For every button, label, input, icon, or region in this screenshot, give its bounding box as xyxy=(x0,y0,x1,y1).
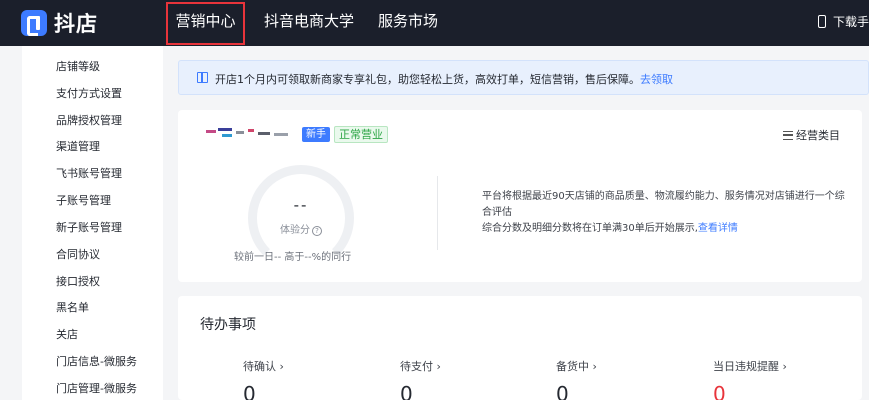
new-merchant-notice-banner: 开店1个月内可领取新商家专享礼包，助您轻松上货，高效打单，短信营销，售后保障。去… xyxy=(178,60,869,95)
download-app-link[interactable]: 下载手 xyxy=(818,13,869,30)
help-icon[interactable]: ? xyxy=(312,226,322,236)
score-description-line-1: 平台将根据最近90天店铺的商品质量、物流履约能力、服务情况对店铺进行一个综合评估 xyxy=(482,191,845,218)
new-merchant-badge: 新手 xyxy=(302,127,330,142)
sidebar-item-channel-management[interactable]: 渠道管理 xyxy=(56,138,100,154)
business-category-label: 经营类目 xyxy=(796,129,840,142)
shop-overview-card: 新手 正常营业 经营类目 -- 体验分? 较前一日-- 高于--%的同行 平台将… xyxy=(178,110,862,282)
shop-name-redacted xyxy=(204,126,290,142)
score-description-text: 综合分数及明细分数将在订单满30单后开始展示, xyxy=(482,223,698,234)
sidebar-item-contracts[interactable]: 合同协议 xyxy=(56,246,100,262)
notice-message: 开店1个月内可领取新商家专享礼包，助您轻松上货，高效打单，短信营销，售后保障。 xyxy=(215,73,640,86)
logo-icon xyxy=(21,10,47,36)
vertical-divider xyxy=(437,176,438,250)
todo-value-alert: 0 xyxy=(713,382,726,400)
todo-label: 当日违规提醒 › xyxy=(713,360,787,373)
phone-icon xyxy=(818,15,826,28)
nav-item-ecommerce-university[interactable]: 抖音电商大学 xyxy=(264,0,354,46)
experience-score-label-row: 体验分? xyxy=(248,221,354,236)
sidebar-item-brand-authorization[interactable]: 品牌授权管理 xyxy=(56,112,122,128)
sidebar-item-store-management[interactable]: 门店管理-微服务 xyxy=(56,380,137,396)
todo-value: 0 xyxy=(400,382,413,400)
app-logo[interactable]: 抖店 xyxy=(21,8,98,38)
logo-text: 抖店 xyxy=(54,12,98,36)
todo-card: 待办事项 待确认 › 0 待支付 › 0 备货中 › 0 当日违规提醒 › 0 xyxy=(178,296,862,400)
todo-label: 备货中 › xyxy=(556,360,597,373)
top-navigation-bar: 抖店 营销中心 抖音电商大学 服务市场 下载手 xyxy=(0,0,869,46)
todo-value: 0 xyxy=(556,382,569,400)
gift-icon xyxy=(197,71,208,83)
sidebar-item-feishu-accounts[interactable]: 飞书账号管理 xyxy=(56,165,122,181)
claim-gift-link[interactable]: 去领取 xyxy=(640,73,673,86)
score-comparison-text: 较前一日-- 高于--%的同行 xyxy=(234,252,352,263)
sidebar-item-sub-accounts[interactable]: 子账号管理 xyxy=(56,192,111,208)
experience-score-value: -- xyxy=(293,196,309,214)
sidebar-item-store-info[interactable]: 门店信息-微服务 xyxy=(56,353,137,369)
sidebar: 店铺等级 支付方式设置 品牌授权管理 渠道管理 飞书账号管理 子账号管理 新子账… xyxy=(22,46,163,400)
todo-item-stocking[interactable]: 备货中 › 0 xyxy=(556,358,597,400)
todo-label: 待支付 › xyxy=(400,360,441,373)
sidebar-item-blacklist[interactable]: 黑名单 xyxy=(56,299,89,315)
experience-score-label: 体验分 xyxy=(280,225,310,236)
download-app-label: 下载手 xyxy=(833,15,869,29)
nav-item-marketing-center[interactable]: 营销中心 xyxy=(166,0,245,46)
sidebar-item-shop-level[interactable]: 店铺等级 xyxy=(56,58,100,74)
score-description-line-2: 综合分数及明细分数将在订单满30单后开始展示,查看详情 xyxy=(482,221,854,237)
sidebar-item-close-shop[interactable]: 关店 xyxy=(56,326,78,342)
sidebar-item-new-sub-accounts[interactable]: 新子账号管理 xyxy=(56,219,122,235)
todo-title: 待办事项 xyxy=(200,317,256,333)
todo-item-pending-payment[interactable]: 待支付 › 0 xyxy=(400,358,441,400)
status-badge: 正常营业 xyxy=(334,126,388,143)
todo-value: 0 xyxy=(243,382,256,400)
business-category-link[interactable]: 经营类目 xyxy=(783,127,840,143)
notice-text: 开店1个月内可领取新商家专享礼包，助您轻松上货，高效打单，短信营销，售后保障。去… xyxy=(215,71,673,87)
todo-label: 待确认 › xyxy=(243,360,284,373)
todo-item-violation-alerts[interactable]: 当日违规提醒 › 0 xyxy=(713,358,787,400)
nav-item-service-market[interactable]: 服务市场 xyxy=(378,0,438,46)
score-description: 平台将根据最近90天店铺的商品质量、物流履约能力、服务情况对店铺进行一个综合评估… xyxy=(482,189,854,237)
view-details-link[interactable]: 查看详情 xyxy=(698,223,738,234)
todo-item-pending-confirm[interactable]: 待确认 › 0 xyxy=(243,358,284,400)
sidebar-item-payment-settings[interactable]: 支付方式设置 xyxy=(56,85,122,101)
sidebar-item-api-authorization[interactable]: 接口授权 xyxy=(56,273,100,289)
list-icon xyxy=(783,130,793,140)
